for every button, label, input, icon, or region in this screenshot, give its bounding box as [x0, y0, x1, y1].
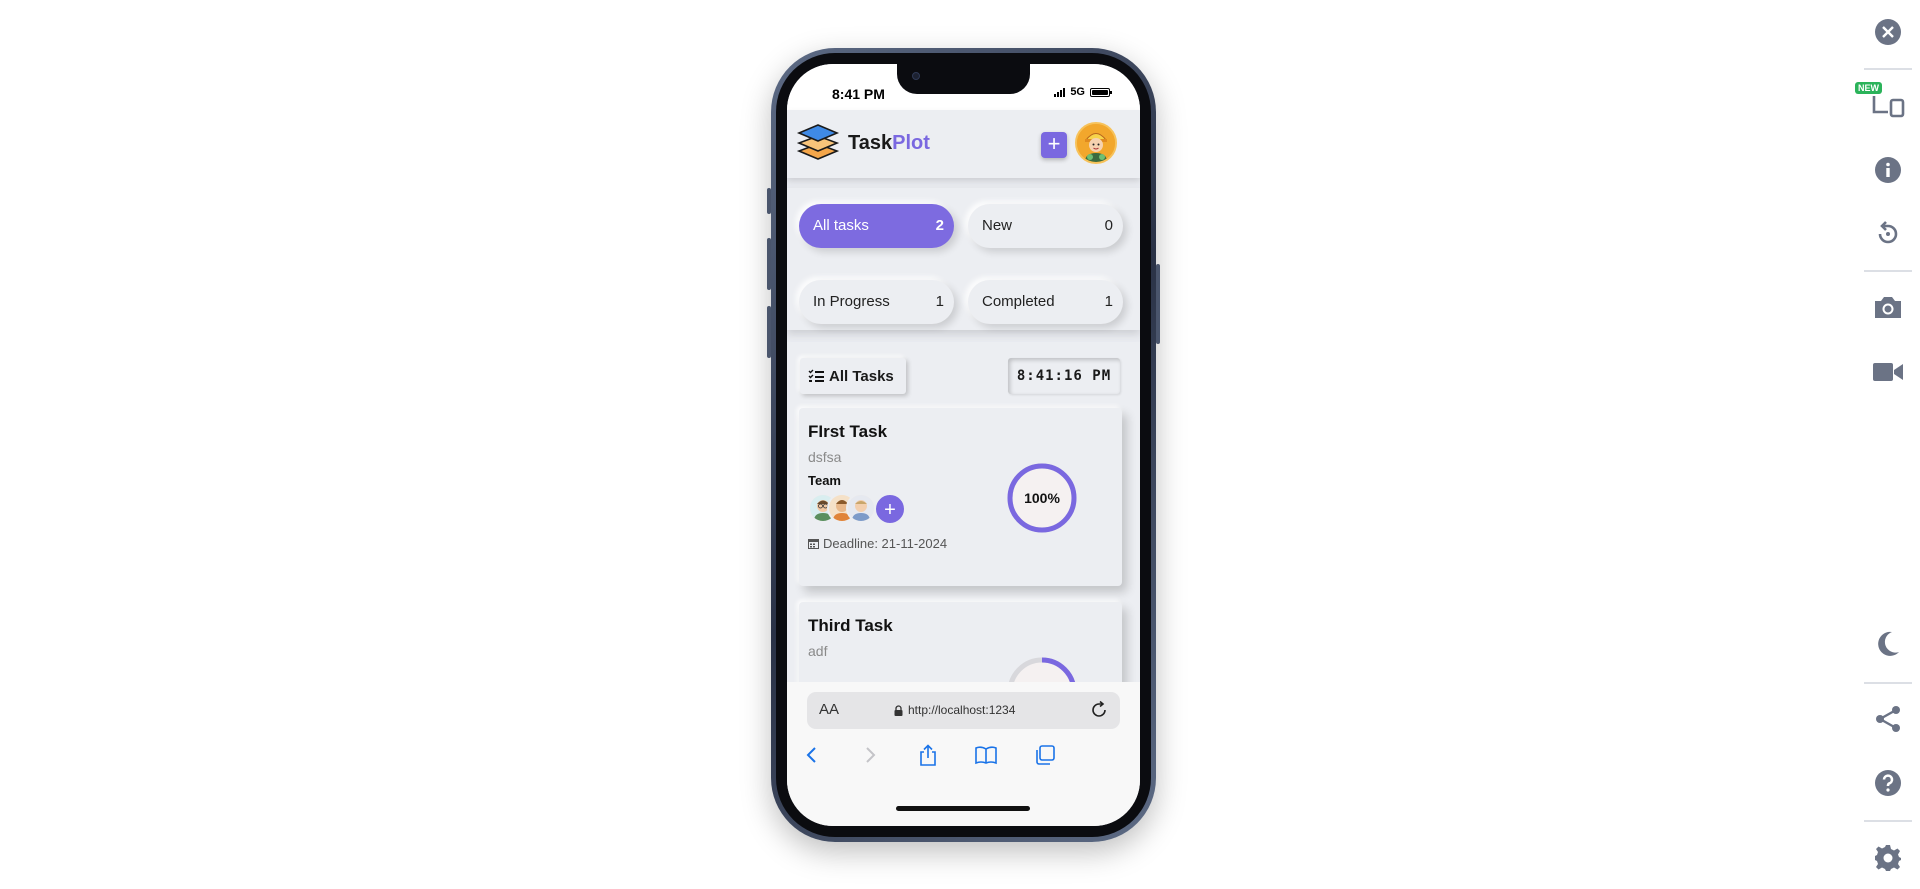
phone-frame: 8:41 PM 5G TaskPlot + All tasks 2 New 0 …	[767, 48, 1160, 842]
book-icon	[975, 746, 997, 765]
battery-icon	[1090, 87, 1112, 97]
toolbar-divider	[1864, 820, 1912, 822]
close-icon	[1875, 19, 1901, 45]
signal-icon	[1054, 87, 1066, 97]
bookmarks-button[interactable]	[971, 740, 1001, 770]
filter-label: In Progress	[813, 293, 890, 310]
back-button[interactable]	[797, 740, 827, 770]
status-icons: 5G	[1054, 86, 1112, 98]
notch	[897, 64, 1030, 94]
team-avatars: +	[808, 493, 918, 525]
moon-icon	[1878, 631, 1899, 656]
mute-switch	[767, 188, 771, 214]
settings-button[interactable]	[1868, 838, 1908, 878]
filter-in-progress[interactable]: In Progress 1	[799, 280, 954, 324]
calendar-icon	[808, 539, 819, 549]
screenshot-button[interactable]	[1868, 287, 1908, 327]
task-description: adf	[808, 643, 828, 659]
team-label: Team	[808, 473, 841, 488]
chevron-right-icon	[866, 747, 876, 763]
filter-label: New	[982, 217, 1013, 234]
brand-plot: Plot	[892, 132, 930, 154]
record-button[interactable]	[1868, 352, 1908, 392]
share-session-button[interactable]	[1868, 699, 1908, 739]
forward-button[interactable]	[855, 740, 885, 770]
home-indicator	[896, 806, 1030, 811]
volume-down-button	[767, 306, 771, 358]
layers-logo-icon[interactable]	[796, 122, 840, 162]
task-title: FIrst Task	[808, 422, 888, 441]
tabs-icon	[1036, 745, 1055, 765]
reload-icon[interactable]	[1088, 699, 1110, 721]
power-button	[1156, 264, 1160, 344]
rotate-button[interactable]	[1868, 214, 1908, 254]
browser-nav	[787, 740, 1140, 770]
toolbar-divider	[1864, 682, 1912, 684]
filter-label: All tasks	[813, 217, 869, 234]
share-button[interactable]	[913, 740, 943, 770]
progress-percent: 100%	[1024, 490, 1060, 506]
task-card[interactable]: Third Task adf	[799, 602, 1122, 682]
network-label: 5G	[1070, 86, 1085, 98]
status-time: 8:41 PM	[832, 86, 885, 102]
text-size-button[interactable]: AA	[819, 701, 839, 718]
progress-ring	[1005, 655, 1079, 682]
worker-avatar-icon	[1077, 124, 1115, 162]
filter-count: 1	[1104, 293, 1113, 310]
browser-toolbar: AA http://localhost:1234	[787, 682, 1140, 826]
add-member-button[interactable]: +	[874, 493, 906, 525]
new-badge: NEW	[1855, 82, 1882, 94]
tasks-title-label: All Tasks	[829, 367, 894, 385]
tasks-section: All Tasks 8:41:16 PM FIrst Task dsfsa Te…	[787, 342, 1140, 682]
front-camera	[912, 72, 920, 80]
share-icon	[1876, 706, 1900, 732]
filter-label: Completed	[982, 293, 1055, 310]
info-icon	[1875, 157, 1901, 183]
team-member-avatar[interactable]	[846, 493, 876, 523]
chevron-left-icon	[806, 747, 816, 763]
help-button[interactable]	[1868, 763, 1908, 803]
app-header: TaskPlot +	[787, 110, 1140, 178]
user-avatar[interactable]	[1075, 122, 1117, 164]
filter-count: 2	[935, 217, 944, 234]
phone-screen: 8:41 PM 5G TaskPlot + All tasks 2 New 0 …	[787, 64, 1140, 826]
volume-up-button	[767, 238, 771, 290]
filter-count: 1	[935, 293, 944, 310]
task-title: Third Task	[808, 616, 893, 635]
close-button[interactable]	[1868, 12, 1908, 52]
rotate-icon	[1878, 221, 1898, 244]
filter-all-tasks[interactable]: All tasks 2	[799, 204, 954, 248]
camera-icon	[1875, 297, 1901, 318]
video-icon	[1873, 363, 1903, 381]
toolbar-divider	[1864, 68, 1912, 70]
url-text: http://localhost:1234	[908, 703, 1016, 717]
settings-icon	[1875, 845, 1901, 871]
filter-new[interactable]: New 0	[968, 204, 1123, 248]
task-deadline: Deadline: 21-11-2024	[808, 536, 947, 551]
app-brand[interactable]: TaskPlot	[848, 132, 930, 155]
tabs-button[interactable]	[1030, 740, 1060, 770]
progress-ring: 100%	[1005, 461, 1079, 535]
devices-icon	[1872, 96, 1905, 118]
task-list-icon	[808, 369, 824, 382]
help-icon	[1875, 770, 1901, 796]
add-task-button[interactable]: +	[1041, 132, 1067, 158]
all-tasks-header[interactable]: All Tasks	[800, 358, 906, 394]
url-display[interactable]: http://localhost:1234	[894, 703, 1015, 717]
deadline-text: Deadline: 21-11-2024	[823, 536, 948, 551]
brand-task: Task	[848, 132, 893, 154]
filter-panel: All tasks 2 New 0 In Progress 1 Complete…	[787, 188, 1140, 330]
task-description: dsfsa	[808, 449, 842, 465]
dark-mode-button[interactable]	[1868, 624, 1908, 664]
filter-count: 0	[1104, 217, 1113, 234]
digital-clock: 8:41:16 PM	[1008, 358, 1120, 394]
toolbar-divider	[1864, 270, 1912, 272]
info-button[interactable]	[1868, 150, 1908, 190]
lock-icon	[894, 704, 903, 716]
share-icon	[920, 744, 936, 766]
filter-completed[interactable]: Completed 1	[968, 280, 1123, 324]
task-card[interactable]: FIrst Task dsfsa Team + Deadline: 21-11-…	[799, 408, 1122, 586]
address-bar[interactable]: AA http://localhost:1234	[807, 692, 1120, 729]
